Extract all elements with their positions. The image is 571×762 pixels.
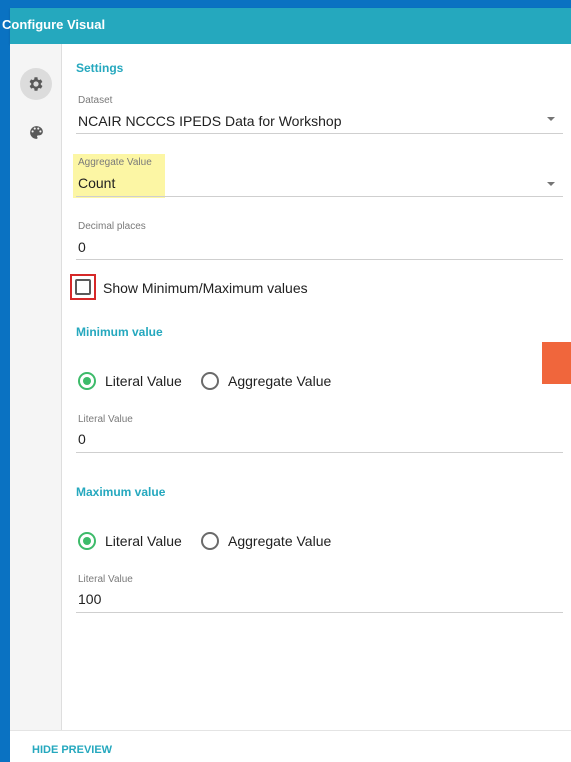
side-rail bbox=[10, 44, 62, 730]
window-frame-left bbox=[0, 0, 10, 762]
dialog-footer: HIDE PREVIEW bbox=[10, 730, 571, 762]
minimum-literal-underline bbox=[76, 452, 563, 453]
settings-panel: Settings Dataset NCAIR NCCCS IPEDS Data … bbox=[62, 44, 571, 730]
window-frame-top bbox=[0, 0, 571, 8]
maximum-aggregate-radio[interactable] bbox=[201, 532, 219, 550]
settings-section-title: Settings bbox=[76, 61, 124, 75]
aggregate-underline bbox=[76, 196, 563, 197]
minimum-section-title: Minimum value bbox=[76, 325, 163, 339]
hide-preview-button[interactable]: HIDE PREVIEW bbox=[32, 744, 112, 756]
dataset-select-value[interactable]: NCAIR NCCCS IPEDS Data for Workshop bbox=[78, 113, 341, 129]
decimal-places-underline bbox=[76, 259, 563, 260]
maximum-literal-input[interactable]: 100 bbox=[78, 591, 101, 607]
dataset-underline bbox=[76, 133, 563, 134]
style-tab-button[interactable] bbox=[20, 116, 52, 148]
aggregate-label: Aggregate Value bbox=[78, 157, 152, 168]
decimal-places-label: Decimal places bbox=[78, 221, 146, 232]
maximum-literal-underline bbox=[76, 612, 563, 613]
palette-icon bbox=[28, 124, 45, 141]
dataset-chevron-down-icon[interactable] bbox=[547, 117, 555, 121]
dataset-label: Dataset bbox=[78, 95, 113, 106]
minimum-literal-input[interactable]: 0 bbox=[78, 431, 86, 447]
maximum-section-title: Maximum value bbox=[76, 485, 166, 499]
minimum-literal-radio-label[interactable]: Literal Value bbox=[105, 373, 182, 389]
show-minmax-checkbox[interactable] bbox=[75, 279, 91, 295]
dialog-title: Configure Visual bbox=[2, 17, 106, 32]
dialog-header: Configure Visual bbox=[2, 8, 571, 44]
orange-marker bbox=[542, 342, 571, 384]
maximum-literal-label: Literal Value bbox=[78, 574, 133, 585]
aggregate-chevron-down-icon[interactable] bbox=[547, 182, 555, 186]
maximum-literal-radio-label[interactable]: Literal Value bbox=[105, 533, 182, 549]
maximum-literal-radio[interactable] bbox=[78, 532, 96, 550]
aggregate-select-value[interactable]: Count bbox=[78, 175, 115, 191]
maximum-aggregate-radio-label[interactable]: Aggregate Value bbox=[228, 533, 331, 549]
minimum-literal-radio[interactable] bbox=[78, 372, 96, 390]
settings-tab-button[interactable] bbox=[20, 68, 52, 100]
decimal-places-input[interactable]: 0 bbox=[78, 239, 86, 255]
minimum-aggregate-radio-label[interactable]: Aggregate Value bbox=[228, 373, 331, 389]
gear-icon bbox=[27, 75, 45, 93]
show-minmax-label[interactable]: Show Minimum/Maximum values bbox=[103, 280, 308, 296]
minimum-literal-label: Literal Value bbox=[78, 414, 133, 425]
minimum-aggregate-radio[interactable] bbox=[201, 372, 219, 390]
